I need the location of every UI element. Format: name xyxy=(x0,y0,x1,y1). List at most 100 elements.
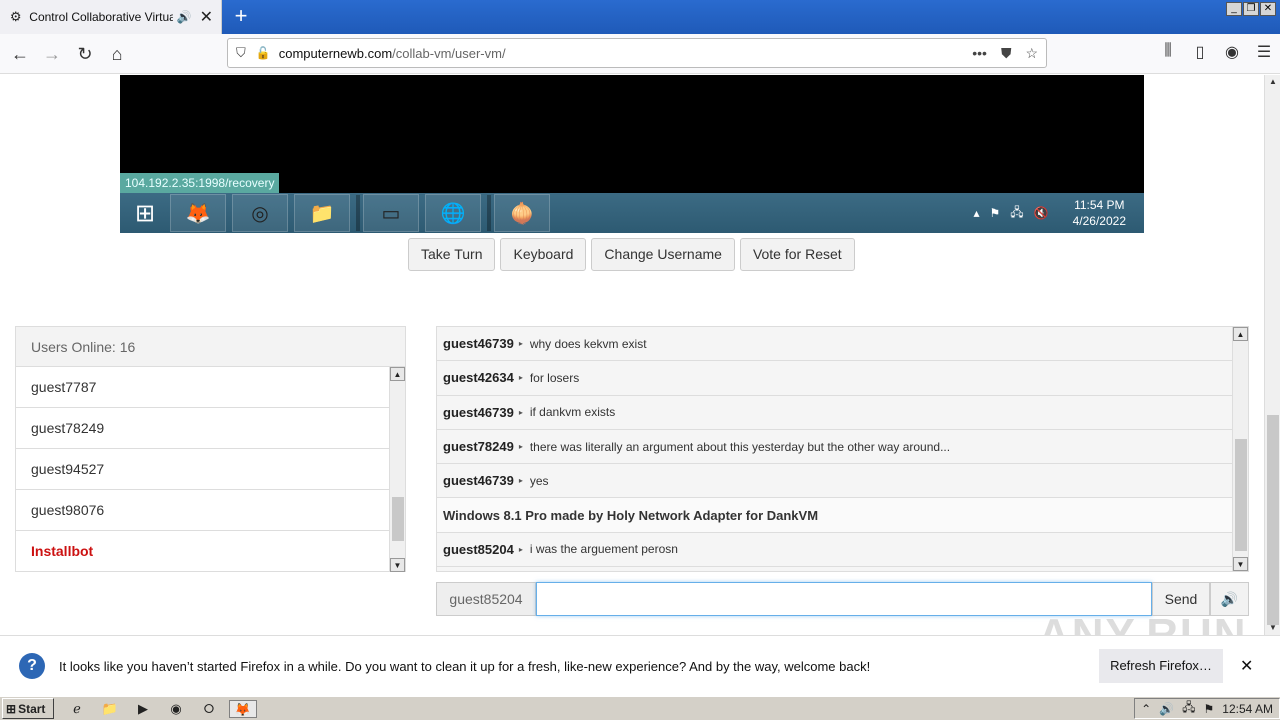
vm-firefox-icon[interactable]: 🦊 xyxy=(170,194,226,232)
page-scrollbar-thumb[interactable] xyxy=(1267,415,1279,625)
message-arrow-icon: ▸ xyxy=(518,442,523,452)
media-player-icon[interactable]: ▶ xyxy=(133,700,153,718)
start-button[interactable]: ⊞ Start xyxy=(2,698,54,719)
menu-icon[interactable]: ☰ xyxy=(1248,42,1280,62)
tray-expand-icon[interactable]: ⌃ xyxy=(1141,702,1151,716)
page-actions-icon[interactable]: ••• xyxy=(972,45,987,62)
chat-scrollbar[interactable]: ▲ ▼ xyxy=(1232,327,1248,571)
tab-active[interactable]: ⚙ Control Collaborative Virtual M 🔊 ✕ xyxy=(0,0,222,34)
bookmark-star-icon[interactable]: ☆ xyxy=(1025,45,1038,62)
audio-playing-icon[interactable]: 🔊 xyxy=(177,10,192,24)
vm-window-icon[interactable]: ▭ xyxy=(363,194,419,232)
url-text[interactable]: computernewb.com/collab-vm/user-vm/ xyxy=(279,46,506,61)
insecure-lock-icon[interactable]: 🔓 xyxy=(256,46,271,60)
url-path: /collab-vm/user-vm/ xyxy=(392,45,506,61)
vm-clock-date: 4/26/2022 xyxy=(1072,214,1126,228)
tab-close-icon[interactable]: ✕ xyxy=(200,7,213,27)
vm-volume-muted-icon[interactable]: 🔇 xyxy=(1034,206,1049,220)
scroll-down-arrow-icon[interactable]: ▼ xyxy=(1265,621,1280,635)
vm-flag-icon[interactable]: ⚑ xyxy=(990,206,1001,220)
taskbar-clock[interactable]: 12:54 AM xyxy=(1222,702,1273,716)
chat-message-user: guest42634 xyxy=(443,370,514,386)
message-arrow-icon: ▸ xyxy=(518,476,523,486)
user-list-item[interactable]: guest94527 xyxy=(16,449,390,490)
refresh-firefox-button[interactable]: Refresh Firefox… xyxy=(1099,649,1223,683)
account-icon[interactable]: ◉ xyxy=(1216,42,1248,62)
user-list-item[interactable]: guest98076 xyxy=(16,490,390,531)
reload-icon[interactable]: ↻ xyxy=(73,42,97,66)
url-bar[interactable]: ⛉ 🔓 computernewb.com/collab-vm/user-vm/ … xyxy=(227,38,1047,68)
anyrun-watermark: ANY.RUN xyxy=(1038,610,1248,635)
chat-message-text: why does kekvm exist xyxy=(529,336,647,351)
start-label: Start xyxy=(18,701,46,716)
scroll-up-arrow-icon[interactable]: ▲ xyxy=(390,367,405,381)
users-scrollbar[interactable]: ▲ ▼ xyxy=(389,367,405,572)
users-list[interactable]: guest7787 guest78249 guest94527 guest980… xyxy=(16,367,390,572)
chat-message-user: guest85204 xyxy=(443,541,514,557)
vm-network-icon[interactable]: 🖧 xyxy=(1010,203,1023,224)
vm-tray-expand-icon[interactable]: ▴ xyxy=(973,206,979,220)
chat-message: guest42634 ▸ for losers xyxy=(437,361,1232,396)
chat-message: guest78249 ▸ there was literally an argu… xyxy=(437,429,1232,465)
scroll-down-arrow-icon[interactable]: ▼ xyxy=(390,558,405,572)
chat-system-message: Windows 8.1 Pro made by Holy Network Ada… xyxy=(437,498,1232,533)
user-list-item[interactable]: guest78249 xyxy=(16,408,390,449)
status-link-tooltip: 104.192.2.35:1998/recovery xyxy=(120,173,280,193)
chat-panel: guest46739 ▸ why does kekvm exist guest4… xyxy=(436,326,1249,572)
vm-clock[interactable]: 11:54 PM 4/26/2022 xyxy=(1073,197,1126,229)
change-username-button[interactable]: Change Username xyxy=(591,238,735,271)
ie-icon[interactable]: ℯ xyxy=(67,700,87,718)
new-tab-button[interactable]: + xyxy=(229,4,253,28)
vm-system-tray: ▴ ⚑ 🖧 🔇 11:54 PM 4/26/2022 xyxy=(973,197,1144,229)
page-scrollbar[interactable]: ▲ ▼ xyxy=(1264,75,1280,635)
notification-close-icon[interactable]: ✕ xyxy=(1240,656,1253,676)
users-scrollbar-thumb[interactable] xyxy=(392,497,404,541)
vote-reset-button[interactable]: Vote for Reset xyxy=(739,238,855,271)
library-icon[interactable]: ⫼ xyxy=(1152,42,1184,62)
vm-network-globe-icon[interactable]: 🌐 xyxy=(425,194,481,232)
tray-network-icon[interactable]: 🖧 xyxy=(1182,698,1195,719)
scroll-down-arrow-icon[interactable]: ▼ xyxy=(1233,557,1248,571)
user-list-item-admin[interactable]: Installbot xyxy=(16,531,390,572)
chat-message-user: guest46739 xyxy=(443,404,514,420)
chat-message: guest46739 ▸ why does kekvm exist xyxy=(437,327,1232,362)
close-window-button[interactable]: ✕ xyxy=(1260,2,1276,16)
back-arrow-icon[interactable]: ← xyxy=(8,42,32,66)
opera-icon[interactable]: ⭘ xyxy=(199,700,219,718)
tab-strip: ⚙ Control Collaborative Virtual M 🔊 ✕ + … xyxy=(0,0,1280,34)
chat-scrollbar-thumb[interactable] xyxy=(1235,439,1247,551)
forward-arrow-icon[interactable]: → xyxy=(40,42,64,66)
vm-windows-start-icon[interactable]: ⊞ xyxy=(120,193,170,233)
tray-flag-icon[interactable]: ⚑ xyxy=(1204,702,1215,716)
scroll-up-arrow-icon[interactable]: ▲ xyxy=(1233,327,1248,341)
chat-message-user: guest46739 xyxy=(443,336,514,352)
sidebar-icon[interactable]: ▯ xyxy=(1184,42,1216,62)
pocket-icon[interactable]: ⛊ xyxy=(1001,45,1012,62)
chat-message-text: i was the arguement perosn xyxy=(529,542,678,557)
windows-taskbar: ⊞ Start ℯ 📁 ▶ ◉ ⭘ 🦊 ⌃ 🔊 🖧 ⚑ 12:54 AM xyxy=(0,696,1280,720)
vm-taskbar-divider xyxy=(487,195,491,231)
vm-taskbar: ⊞ 🦊 ◎ 📁 ▭ 🌐 🧅 ▴ ⚑ 🖧 🔇 11:54 PM 4/26/2022 xyxy=(120,193,1144,233)
window-controls: _ ❐ ✕ xyxy=(1226,2,1276,16)
tracking-shield-icon[interactable]: ⛉ xyxy=(236,45,246,61)
message-arrow-icon: ▸ xyxy=(518,544,523,554)
restore-button[interactable]: ❐ xyxy=(1243,2,1259,16)
chrome-icon[interactable]: ◉ xyxy=(166,700,186,718)
chat-message: guest46739 ▸ yes xyxy=(437,464,1232,499)
vm-chrome-icon[interactable]: ◎ xyxy=(232,194,288,232)
vm-explorer-icon[interactable]: 📁 xyxy=(294,194,350,232)
vm-tor-onion-icon[interactable]: 🧅 xyxy=(494,194,550,232)
take-turn-button[interactable]: Take Turn xyxy=(408,238,496,271)
tray-volume-icon[interactable]: 🔊 xyxy=(1159,702,1174,716)
firefox-taskbar-icon[interactable]: 🦊 xyxy=(229,699,257,718)
message-arrow-icon: ▸ xyxy=(518,407,523,417)
chat-message-list[interactable]: guest46739 ▸ why does kekvm exist guest4… xyxy=(437,327,1232,571)
folder-icon[interactable]: 📁 xyxy=(100,700,120,718)
user-list-item[interactable]: guest7787 xyxy=(16,367,390,408)
scroll-up-arrow-icon[interactable]: ▲ xyxy=(1265,75,1280,89)
home-icon[interactable]: ⌂ xyxy=(105,42,129,66)
keyboard-button[interactable]: Keyboard xyxy=(500,238,587,271)
minimize-button[interactable]: _ xyxy=(1226,2,1242,16)
system-tray: ⌃ 🔊 🖧 ⚑ 12:54 AM xyxy=(1134,698,1280,719)
chat-message-text: yes xyxy=(529,473,549,488)
